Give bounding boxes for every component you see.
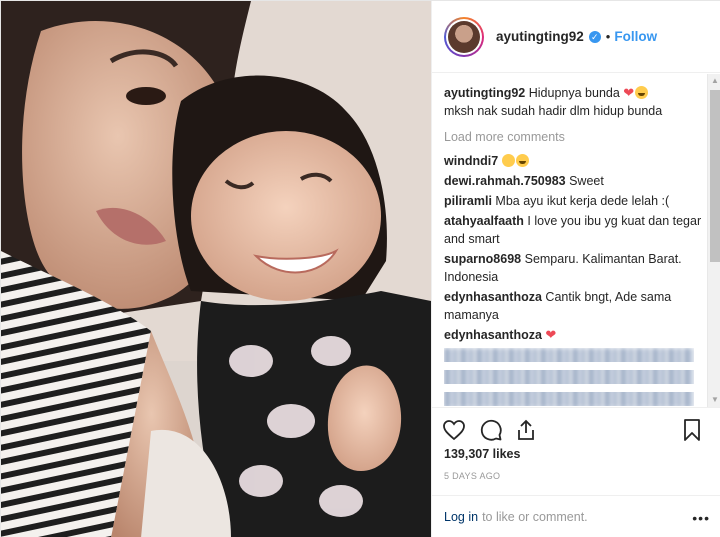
scrollbar-thumb[interactable] [710, 90, 720, 262]
instagram-post: ayutingting92 ✓ • Follow ayutingting92 H… [0, 0, 720, 537]
comment-icon[interactable] [479, 418, 503, 442]
comment-item: piliramli Mba ayu ikut kerja dede lelah … [444, 192, 708, 210]
caption-text-line2: mksh nak sudah hadir dlm hidup bunda [444, 104, 663, 118]
heart-outline-icon[interactable] [442, 418, 466, 442]
post-photo[interactable] [1, 1, 431, 537]
caption-text: Hidupnya bunda [528, 86, 620, 100]
bookmark-icon[interactable] [680, 418, 704, 442]
red-heart-emoji-icon: ❤ [623, 85, 635, 100]
comment-item: edynhasanthoza Cantik bngt, Ade sama mam… [444, 288, 708, 324]
verified-badge-icon: ✓ [588, 30, 601, 43]
avatar[interactable] [444, 16, 484, 57]
likes-count[interactable]: 139,307 likes [444, 447, 520, 461]
action-bar [432, 407, 720, 447]
comment-text: Sweet [569, 174, 604, 188]
comment-item: dewi.rahmah.750983 Sweet [444, 172, 708, 190]
caption-username[interactable]: ayutingting92 [444, 86, 525, 100]
red-heart-emoji-icon: ❤ [545, 327, 557, 342]
comment-item: windndi7 [444, 152, 708, 170]
blurred-comment [444, 348, 694, 407]
follow-button[interactable]: Follow [614, 29, 657, 44]
avatar-image [448, 20, 480, 53]
scroll-down-arrow-icon[interactable]: ▼ [708, 393, 720, 407]
comment-username[interactable]: dewi.rahmah.750983 [444, 174, 566, 188]
load-more-comments-button[interactable]: Load more comments [444, 130, 708, 144]
login-link[interactable]: Log in [444, 510, 478, 524]
separator-dot: • [605, 29, 611, 44]
comment-item: suparno8698 Semparu. Kalimantan Barat. I… [444, 250, 708, 286]
kiss-emoji-icon [515, 154, 529, 167]
comment-username[interactable]: piliramli [444, 194, 492, 208]
share-icon[interactable] [514, 418, 538, 442]
kiss-emoji-icon [635, 86, 649, 99]
caption: ayutingting92 Hidupnya bunda ❤ mksh nak … [444, 84, 708, 120]
avatar-ring [446, 18, 482, 55]
comment-username[interactable]: atahyaalfaath [444, 214, 524, 228]
scroll-up-arrow-icon[interactable]: ▲ [708, 74, 720, 88]
more-options-icon[interactable]: ••• [692, 510, 710, 526]
selfie-image [1, 1, 431, 537]
comment-item: atahyaalfaath I love you ibu yg kuat dan… [444, 212, 708, 248]
comment-username[interactable]: suparno8698 [444, 252, 521, 266]
comment-username[interactable]: edynhasanthoza [444, 290, 542, 304]
footer: Log in to like or comment. ••• [432, 495, 720, 537]
post-sidebar: ayutingting92 ✓ • Follow ayutingting92 H… [431, 1, 720, 537]
post-timestamp[interactable]: 5 DAYS AGO [444, 471, 500, 481]
heart-eyes-emoji-icon [501, 154, 515, 167]
post-header: ayutingting92 ✓ • Follow [432, 1, 720, 73]
comments-list: ayutingting92 Hidupnya bunda ❤ mksh nak … [432, 74, 708, 407]
comment-item: edynhasanthoza ❤ [444, 326, 708, 344]
comment-username[interactable]: edynhasanthoza [444, 328, 542, 342]
header-username[interactable]: ayutingting92 [496, 29, 584, 44]
comment-username[interactable]: windndi7 [444, 154, 498, 168]
login-prompt-text: to like or comment. [482, 510, 588, 524]
comment-text: Mba ayu ikut kerja dede lelah :( [495, 194, 670, 208]
comments-scrollbar[interactable]: ▲ ▼ [707, 74, 720, 407]
